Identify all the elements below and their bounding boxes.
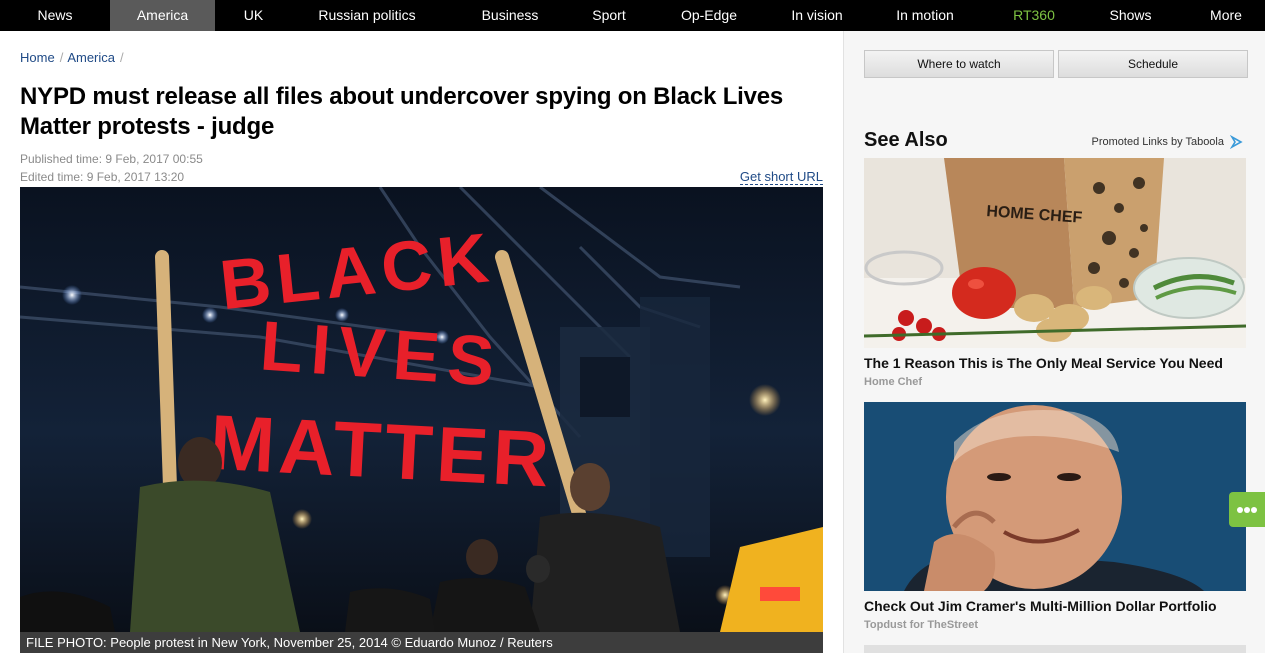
share-menu-button[interactable] bbox=[1229, 492, 1265, 527]
protest-photo-illustration: BLACK LIVES MATTER bbox=[20, 187, 823, 632]
edited-time: Edited time: 9 Feb, 2017 13:20 bbox=[20, 170, 185, 184]
nav-item-russian-politics[interactable]: Russian politics bbox=[292, 0, 442, 31]
nav-item-in-motion[interactable]: In motion bbox=[856, 0, 994, 31]
banner-text-matter: MATTER bbox=[208, 398, 555, 504]
card-source-home-chef: Home Chef bbox=[864, 376, 923, 388]
breadcrumb-separator: / bbox=[59, 50, 64, 65]
nav-item-rt360[interactable]: RT360 bbox=[994, 0, 1074, 31]
more-dots-icon bbox=[1237, 506, 1257, 513]
nav-item-news[interactable]: News bbox=[0, 0, 110, 31]
nav-item-uk[interactable]: UK bbox=[215, 0, 292, 31]
sidebar: Where to watch Schedule See Also Promote… bbox=[843, 31, 1265, 653]
next-card-peek bbox=[864, 645, 1246, 653]
see-also-heading: See Also bbox=[864, 129, 948, 151]
card-title-jim-cramer[interactable]: Check Out Jim Cramer's Multi-Million Dol… bbox=[864, 598, 1246, 615]
schedule-button[interactable]: Schedule bbox=[1058, 50, 1248, 78]
article-photo: BLACK LIVES MATTER bbox=[20, 187, 823, 632]
card-image-jim-cramer[interactable] bbox=[864, 402, 1246, 591]
breadcrumb-separator: / bbox=[120, 50, 124, 65]
nav-item-more[interactable]: More bbox=[1187, 0, 1265, 31]
nav-item-op-edge[interactable]: Op-Edge bbox=[640, 0, 778, 31]
article-column: Home / America / NYPD must release all file… bbox=[20, 31, 823, 653]
nav-item-shows[interactable]: Shows bbox=[1074, 0, 1187, 31]
top-navigation: News America UK Russian politics Busines… bbox=[0, 0, 1265, 31]
taboola-icon bbox=[1229, 134, 1243, 150]
photo-caption: FILE PHOTO: People protest in New York, … bbox=[20, 632, 823, 653]
nav-item-sport[interactable]: Sport bbox=[578, 0, 640, 31]
published-time: Published time: 9 Feb, 2017 00:55 bbox=[20, 152, 203, 166]
breadcrumb-home-link[interactable]: Home bbox=[20, 50, 55, 65]
card-source-thestreet: Topdust for TheStreet bbox=[864, 619, 979, 631]
where-to-watch-button[interactable]: Where to watch bbox=[864, 50, 1054, 78]
promoted-links-text: Promoted Links by Taboola bbox=[1091, 136, 1225, 148]
nav-item-business[interactable]: Business bbox=[442, 0, 578, 31]
card-title-home-chef[interactable]: The 1 Reason This is The Only Meal Servi… bbox=[864, 355, 1246, 372]
card-image-home-chef[interactable]: HOME CHEF bbox=[864, 158, 1246, 348]
get-short-url-link[interactable]: Get short URL bbox=[739, 169, 823, 185]
promoted-links-label[interactable]: Promoted Links by Taboola bbox=[1091, 134, 1244, 150]
article-title: NYPD must release all files about underc… bbox=[20, 83, 784, 140]
nav-item-america[interactable]: America bbox=[110, 0, 215, 31]
nav-item-in-vision[interactable]: In vision bbox=[778, 0, 856, 31]
breadcrumb-america-link[interactable]: America bbox=[67, 50, 115, 65]
breadcrumb: Home / America / bbox=[20, 50, 128, 65]
